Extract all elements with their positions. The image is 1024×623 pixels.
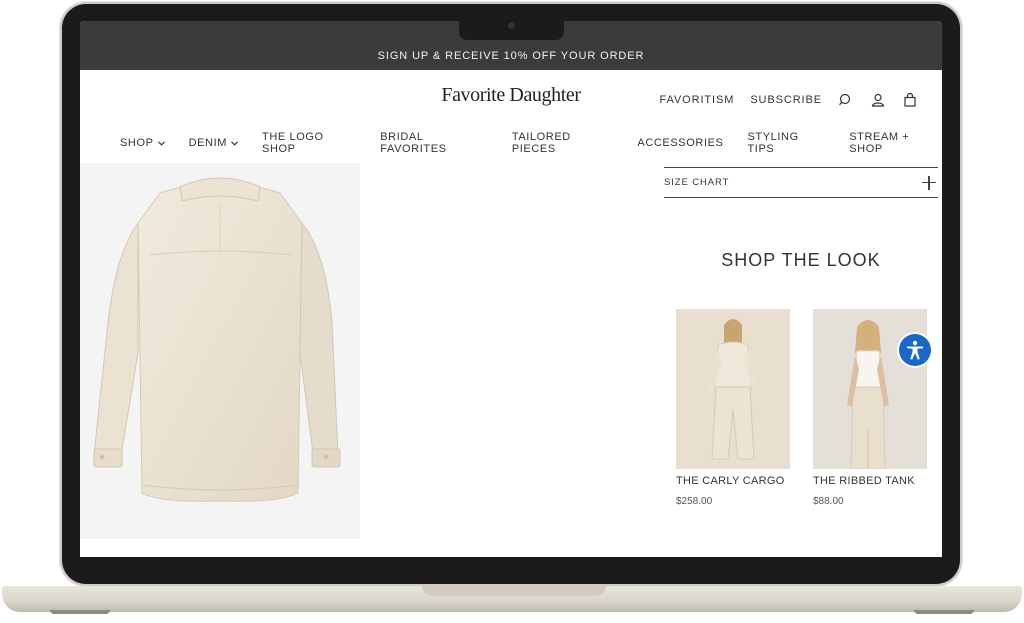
chevron-down-icon [157, 140, 165, 146]
camera-icon [508, 22, 515, 29]
favoritism-link[interactable]: FAVORITISM [660, 94, 735, 106]
header-utility: FAVORITISM SUBSCRIBE [660, 92, 919, 108]
accessibility-icon [907, 340, 923, 360]
look-item-image[interactable] [813, 309, 927, 469]
subscribe-link[interactable]: SUBSCRIBE [750, 94, 822, 106]
laptop-foot [50, 610, 110, 614]
laptop-foot [914, 610, 974, 614]
size-chart-label: SIZE CHART [664, 177, 730, 188]
laptop-base [2, 586, 1022, 612]
nav-bridal-favorites[interactable]: BRIDAL FAVORITES [380, 131, 488, 155]
model-tank-image [813, 309, 927, 469]
base-notch [422, 586, 606, 596]
browser-screen: SIGN UP & RECEIVE 10% OFF YOUR ORDER Fav… [80, 21, 942, 557]
model-cargo-image [676, 309, 790, 469]
chevron-down-icon [231, 140, 238, 146]
look-item-card[interactable]: THE CARLY CARGO $258.00 [676, 309, 790, 507]
announcement-text[interactable]: SIGN UP & RECEIVE 10% OFF YOUR ORDER [378, 50, 645, 62]
product-image[interactable] [80, 163, 360, 539]
accessibility-button[interactable] [899, 334, 931, 366]
size-chart-accordion[interactable]: SIZE CHART [664, 167, 938, 198]
nav-label: SHOP [120, 137, 154, 149]
search-icon[interactable] [838, 92, 854, 108]
nav-styling-tips[interactable]: STYLING TIPS [747, 131, 825, 155]
nav-denim[interactable]: DENIM [189, 131, 238, 155]
nav-logo-shop[interactable]: THE LOGO SHOP [262, 131, 356, 155]
look-item-image[interactable] [676, 309, 790, 469]
account-icon[interactable] [870, 92, 886, 108]
look-item-price: $88.00 [813, 496, 844, 507]
bag-icon[interactable] [902, 92, 918, 108]
main-navigation: SHOP DENIM THE LOGO SHOP BRIDAL FAVORITE… [80, 131, 942, 155]
nav-accessories[interactable]: ACCESSORIES [637, 131, 723, 155]
nav-tailored-pieces[interactable]: TAILORED PIECES [512, 131, 614, 155]
shop-the-look-title: SHOP THE LOOK [721, 250, 881, 270]
nav-shop[interactable]: SHOP [120, 131, 165, 155]
nav-label: DENIM [188, 137, 228, 149]
plus-icon[interactable] [922, 175, 936, 190]
look-item-price: $258.00 [676, 496, 713, 507]
camera-notch [459, 18, 564, 40]
look-item-name[interactable]: THE CARLY CARGO [676, 475, 790, 487]
shirt-jacket-image [93, 177, 341, 502]
look-item-name[interactable]: THE RIBBED TANK [813, 475, 927, 487]
nav-stream-shop[interactable]: STREAM + SHOP [849, 131, 942, 155]
